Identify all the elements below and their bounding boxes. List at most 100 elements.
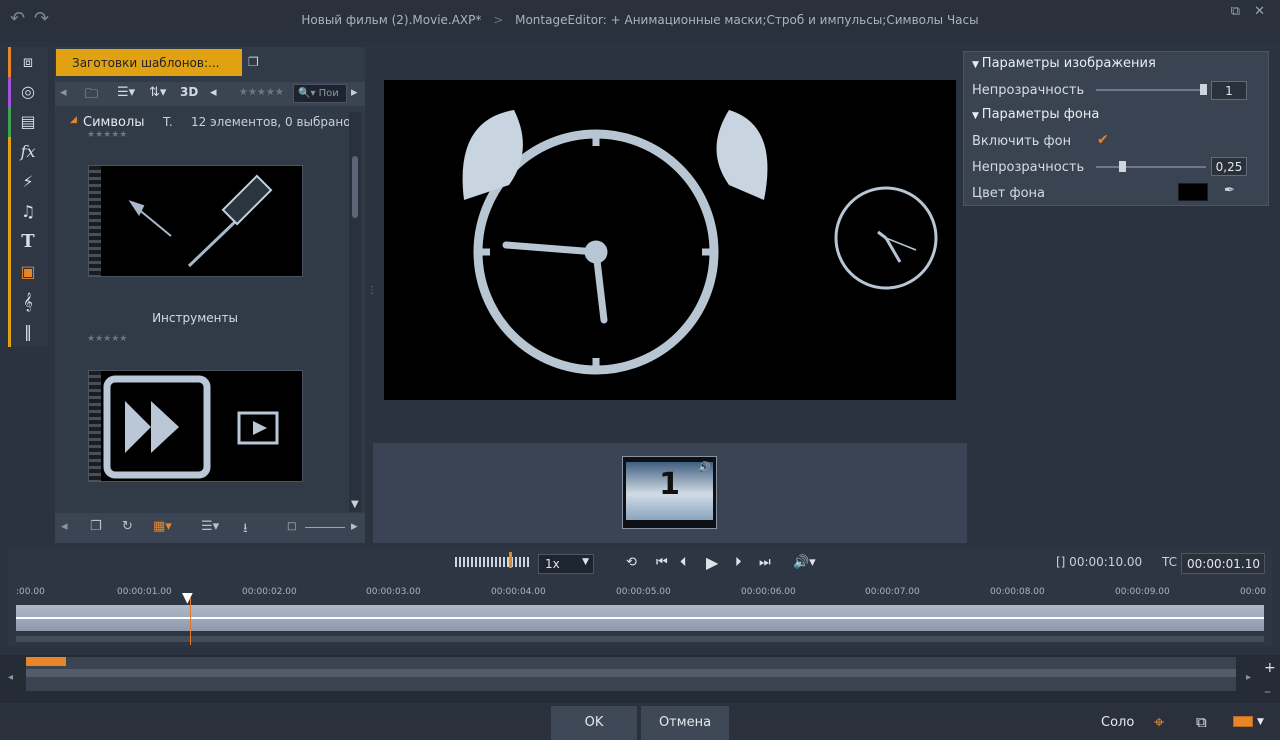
pin-tab-icon[interactable]: ❐: [248, 55, 259, 69]
library-tab[interactable]: Заготовки шаблонов:...: [56, 49, 242, 76]
grid-view-icon[interactable]: ▦▾: [153, 519, 172, 534]
refresh-icon[interactable]: ↻: [122, 519, 133, 534]
navigator-right-icon[interactable]: ▸: [1246, 672, 1251, 683]
monitor-icon[interactable]: [1233, 716, 1253, 727]
expand-triangle-icon: ▼: [972, 60, 982, 70]
ruler-tick: 00:00:04.00: [491, 587, 546, 597]
folder-icon[interactable]: 🗀: [85, 85, 98, 107]
shuttle-control[interactable]: [455, 557, 530, 567]
rating-filter[interactable]: ★★★★★: [239, 87, 284, 98]
left-tool-strip: ⧈ ◎ ▤ fx ⚡ ♫ T ▣ 𝄞 ‖: [8, 47, 48, 347]
bg-opacity-slider[interactable]: [1096, 166, 1206, 168]
eyedropper-icon[interactable]: ✒: [1224, 183, 1235, 198]
thumb-size-slider[interactable]: [305, 527, 345, 528]
chevron-down-icon[interactable]: ▼: [1257, 717, 1264, 727]
ruler-tick: 00:00:09.00: [1115, 587, 1170, 597]
music-icon[interactable]: ♫: [8, 197, 48, 227]
ruler-tick: 00:00:01.00: [117, 587, 172, 597]
3d-filter-button[interactable]: 3D: [180, 85, 198, 99]
cancel-button[interactable]: Отмена: [641, 706, 729, 740]
speed-value: 1x: [545, 557, 560, 571]
restore-window-icon[interactable]: ⧉: [1231, 4, 1240, 19]
ruler-tick: 00:00:05.00: [616, 587, 671, 597]
collapse-left-icon[interactable]: ◂: [60, 85, 67, 100]
tag-icon[interactable]: ◂: [210, 85, 217, 100]
close-icon[interactable]: ✕: [1254, 4, 1265, 19]
timeline-scrollbar[interactable]: [16, 636, 1264, 642]
details-view-icon[interactable]: ☰▾: [201, 519, 219, 534]
item-count: 12 элементов, 0 выбрано: [191, 115, 351, 129]
zoom-out-icon[interactable]: –: [1264, 684, 1271, 700]
title-separator: >: [493, 13, 504, 27]
list-view-icon[interactable]: ☰▾: [117, 85, 135, 100]
bg-color-swatch[interactable]: [1178, 183, 1208, 201]
template-thumbnail-media[interactable]: [88, 370, 303, 482]
clef-icon[interactable]: 𝄞: [8, 287, 48, 317]
zoom-in-icon[interactable]: +: [1264, 660, 1276, 676]
video-preview[interactable]: [384, 80, 956, 400]
opacity-slider[interactable]: [1096, 89, 1206, 91]
sort-icon[interactable]: ⇅▾: [149, 85, 166, 100]
library-scrollbar[interactable]: [349, 112, 361, 512]
film-reel-icon[interactable]: ◎: [8, 77, 48, 107]
loop-icon[interactable]: ⟲: [626, 555, 637, 570]
text-icon[interactable]: T: [8, 227, 48, 257]
box-icon[interactable]: ⧈: [8, 47, 48, 77]
panel-splitter[interactable]: ⋮: [367, 285, 377, 296]
ruler-tick: 00:00:02.00: [242, 587, 297, 597]
storyboard-clip[interactable]: 1 🔊: [622, 456, 717, 529]
montage-icon[interactable]: ▣: [8, 257, 48, 287]
clock-preview-image: [462, 110, 938, 375]
go-to-start-icon[interactable]: ⏮: [656, 555, 668, 570]
tc-label: TC: [1162, 555, 1178, 569]
play-icon[interactable]: ▶: [706, 553, 718, 572]
navigator-left-icon[interactable]: ◂: [8, 672, 13, 683]
prev-icon[interactable]: ◂: [61, 519, 68, 534]
volume-icon[interactable]: 🔊▾: [793, 555, 816, 570]
ok-button[interactable]: OK: [551, 706, 637, 740]
small-thumb-icon[interactable]: □: [287, 521, 296, 532]
scroll-down-icon[interactable]: ▼: [351, 499, 359, 510]
ruler-tick: :00.00: [16, 587, 45, 597]
item-rating[interactable]: ★★★★★: [87, 130, 127, 140]
section-bg-params[interactable]: ▼ Параметры фона: [972, 107, 1099, 122]
piano-icon[interactable]: ‖: [8, 317, 48, 347]
search-input[interactable]: 🔍▾ Пои: [293, 84, 347, 103]
go-to-end-icon[interactable]: ⏭: [759, 555, 771, 570]
parameters-panel: ▼ Параметры изображения Непрозрачность 1…: [963, 51, 1269, 206]
enable-bg-checkbox[interactable]: ✔: [1097, 133, 1111, 147]
lightning-icon[interactable]: ⚡: [8, 167, 48, 197]
search-placeholder: Пои: [318, 88, 339, 99]
opacity-value[interactable]: 1: [1211, 81, 1247, 100]
bg-opacity-value[interactable]: 0,25: [1211, 157, 1247, 176]
copy-icon[interactable]: ❐: [90, 519, 102, 534]
fx-icon[interactable]: fx: [8, 137, 48, 167]
template-thumbnail-tools[interactable]: [88, 165, 303, 277]
timecode-field[interactable]: 00:00:01.10: [1181, 553, 1265, 574]
navigator-view-range[interactable]: [26, 657, 66, 666]
expand-right-icon[interactable]: ▸: [351, 85, 358, 100]
collapse-triangle-icon[interactable]: ◢: [70, 115, 77, 125]
step-forward-icon[interactable]: ⏵: [735, 555, 742, 570]
target-icon[interactable]: ⌖: [1154, 712, 1164, 733]
speed-select[interactable]: 1x ▼: [538, 554, 594, 574]
next-icon[interactable]: ▸: [351, 519, 358, 534]
modified-marker: *: [475, 13, 482, 27]
playhead-marker-icon[interactable]: ▼: [182, 591, 193, 605]
import-icon[interactable]: ⭳: [243, 519, 248, 541]
item-rating[interactable]: ★★★★★: [87, 334, 127, 344]
bg-opacity-slider-knob[interactable]: [1119, 161, 1126, 172]
step-back-icon[interactable]: ⏴: [680, 555, 687, 570]
external-window-icon[interactable]: ⧉: [1196, 713, 1207, 731]
playhead-line[interactable]: [190, 597, 191, 645]
layers-icon[interactable]: ▤: [8, 107, 48, 137]
ruler-tick: 00:00:06.00: [741, 587, 796, 597]
scroll-thumb[interactable]: [352, 156, 358, 218]
solo-button[interactable]: Соло: [1101, 715, 1134, 730]
section-image-params[interactable]: ▼ Параметры изображения: [972, 56, 1156, 71]
section-image-title: Параметры изображения: [981, 56, 1156, 71]
shuttle-marker[interactable]: [509, 552, 512, 568]
opacity-slider-knob[interactable]: [1200, 84, 1207, 95]
bg-opacity-label: Непрозрачность: [972, 160, 1085, 175]
navigator-track[interactable]: [26, 657, 1236, 691]
